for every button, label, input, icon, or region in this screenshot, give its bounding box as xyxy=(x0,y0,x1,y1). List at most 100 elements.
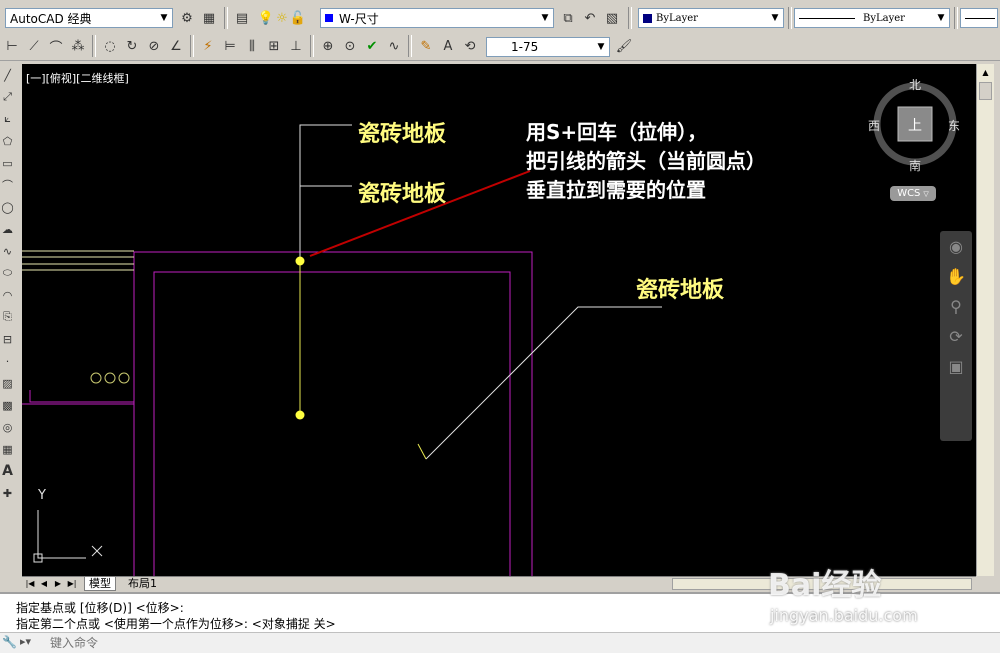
dimension-text-edit-icon[interactable]: A xyxy=(438,36,458,56)
chevron-down-icon[interactable]: ▼ xyxy=(537,9,553,27)
prev-tab-icon[interactable]: ◀ xyxy=(38,577,50,590)
viewcube-top[interactable]: 上 xyxy=(908,115,922,135)
table-icon[interactable]: ▦ xyxy=(0,438,15,460)
layer-states-icon[interactable]: ▧ xyxy=(602,8,622,28)
scroll-thumb[interactable] xyxy=(979,82,992,100)
continue-dimension-icon[interactable]: ⫼ xyxy=(242,36,262,56)
radius-dimension-icon[interactable]: ◌ xyxy=(100,36,120,56)
point-icon[interactable]: · xyxy=(0,350,15,372)
viewcube-east[interactable]: 东 xyxy=(948,117,960,134)
workspace-settings-icon[interactable]: ⚙ xyxy=(177,8,197,28)
viewcube-south[interactable]: 南 xyxy=(909,157,921,174)
wcs-menu[interactable]: WCS ▽ xyxy=(890,186,936,201)
color-select[interactable]: ByLayer ▼ xyxy=(638,8,784,28)
scroll-up-icon[interactable]: ▲ xyxy=(977,64,994,80)
circle-icon[interactable]: ◯ xyxy=(0,196,15,218)
dimension-break-icon[interactable]: ⊥ xyxy=(286,36,306,56)
inspection-icon[interactable]: ✔ xyxy=(362,36,382,56)
dimension-edit-icon[interactable]: ✎ xyxy=(416,36,436,56)
zoom-icon[interactable]: ⚲ xyxy=(940,291,972,321)
chevron-down-icon[interactable]: ▼ xyxy=(933,9,949,27)
window-lines xyxy=(22,250,134,271)
drawing-geometry xyxy=(22,80,957,576)
construction-line-icon[interactable]: ⤢ xyxy=(0,86,15,108)
arc-length-icon[interactable]: ⌒ xyxy=(46,36,66,56)
linetype-select[interactable]: ByLayer ▼ xyxy=(794,8,950,28)
rectangle-icon[interactable]: ▭ xyxy=(0,152,15,174)
layer-previous-icon[interactable]: ↶ xyxy=(580,8,600,28)
polygon-icon[interactable]: ⬠ xyxy=(0,130,15,152)
layer-select[interactable]: W-尺寸 ▼ xyxy=(320,8,554,28)
chevron-down-icon[interactable]: ▼ xyxy=(767,9,783,27)
instruction-line: 把引线的箭头（当前圆点） xyxy=(526,149,766,173)
orbit-icon[interactable]: ⟳ xyxy=(940,321,972,351)
vertical-scrollbar[interactable]: ▲ xyxy=(976,64,994,576)
aligned-dimension-icon[interactable]: ⟋ xyxy=(24,36,44,56)
linear-dimension-icon[interactable]: ⊢ xyxy=(2,36,22,56)
chevron-down-icon[interactable]: ▼ xyxy=(156,9,172,27)
multiline-text-icon[interactable]: A xyxy=(0,460,15,482)
region-icon[interactable]: ◎ xyxy=(0,416,15,438)
wall-lines xyxy=(22,251,533,576)
layer-lock-icon[interactable]: 🔓 xyxy=(288,8,308,28)
instruction-line: 用S+回车（拉伸）， xyxy=(526,120,708,144)
toolbar-separator xyxy=(628,7,632,29)
toolbar-separator xyxy=(788,7,792,29)
command-history-icon[interactable]: ▸▾ xyxy=(20,635,31,648)
grip-point[interactable] xyxy=(295,410,305,420)
next-tab-icon[interactable]: ▶ xyxy=(52,577,64,590)
command-input[interactable] xyxy=(48,634,352,652)
dimension-update-icon[interactable]: ⟲ xyxy=(460,36,480,56)
viewcube-north[interactable]: 北 xyxy=(909,76,921,93)
dimension-space-icon[interactable]: ⊞ xyxy=(264,36,284,56)
color-value: ByLayer xyxy=(656,12,698,24)
ellipse-arc-icon[interactable]: ◠ xyxy=(0,284,15,306)
lineweight-select[interactable] xyxy=(960,8,998,28)
showmotion-icon[interactable]: ▣ xyxy=(940,351,972,381)
dimension-style-icon[interactable]: 🖌 xyxy=(614,36,634,56)
layer-manager-icon[interactable]: ▤ xyxy=(232,8,252,28)
grip-point[interactable] xyxy=(295,256,305,266)
wrench-icon[interactable]: 🔧 xyxy=(2,635,17,649)
polyline-icon[interactable]: ⟀ xyxy=(0,108,15,130)
chevron-down-icon[interactable]: ▼ xyxy=(593,38,609,56)
quick-dimension-icon[interactable]: ⚡ xyxy=(198,36,218,56)
ellipse-icon[interactable]: ⬭ xyxy=(0,262,15,284)
color-swatch xyxy=(643,13,652,23)
make-layer-current-icon[interactable]: ⧉ xyxy=(558,8,578,28)
gradient-icon[interactable]: ▩ xyxy=(0,394,15,416)
add-selected-icon[interactable]: ✚ xyxy=(0,482,15,504)
viewcube-west[interactable]: 西 xyxy=(868,117,880,134)
diameter-dimension-icon[interactable]: ⊘ xyxy=(144,36,164,56)
steering-wheel-icon[interactable]: ◉ xyxy=(940,231,972,261)
last-tab-icon[interactable]: ▶| xyxy=(66,577,78,590)
drawing-canvas[interactable]: [一][俯视][二维线框] 瓷砖地板 瓷砖地板 瓷砖地板 用S+回车（拉伸）， … xyxy=(22,64,976,576)
tab-model[interactable]: 模型 xyxy=(84,577,116,591)
ucs-y-label: Y xyxy=(38,488,46,503)
jogged-dimension-icon[interactable]: ↻ xyxy=(122,36,142,56)
revision-cloud-icon[interactable]: ☁ xyxy=(0,218,15,240)
hatch-icon[interactable]: ▨ xyxy=(0,372,15,394)
line-icon[interactable]: ╱ xyxy=(0,64,15,86)
first-tab-icon[interactable]: |◀ xyxy=(24,577,36,590)
make-block-icon[interactable]: ⊟ xyxy=(0,328,15,350)
watermark-brand: Bai经验 xyxy=(768,568,882,603)
toolbar-separator xyxy=(408,35,412,57)
spline-icon[interactable]: ∿ xyxy=(0,240,15,262)
center-mark-icon[interactable]: ⊙ xyxy=(340,36,360,56)
command-history-line: 指定第二个点或 <使用第一个点作为位移>: <对象捕捉 关> xyxy=(16,617,336,631)
insert-block-icon[interactable]: ⎘ xyxy=(0,306,15,328)
workspace-select[interactable]: AutoCAD 经典 ▼ xyxy=(5,8,173,28)
baseline-dimension-icon[interactable]: ⊨ xyxy=(220,36,240,56)
dimension-style-select[interactable]: 1-75 ▼ xyxy=(486,37,610,57)
stretched-leader xyxy=(299,260,427,460)
customize-icon[interactable]: ▦ xyxy=(199,8,219,28)
tolerance-icon[interactable]: ⊕ xyxy=(318,36,338,56)
jogged-linear-icon[interactable]: ∿ xyxy=(384,36,404,56)
ordinate-dimension-icon[interactable]: ⁂ xyxy=(68,36,88,56)
arc-icon[interactable]: ⌒ xyxy=(0,174,15,196)
tab-layout1[interactable]: 布局1 xyxy=(124,577,161,590)
pan-icon[interactable]: ✋ xyxy=(940,261,972,291)
wcs-label: WCS xyxy=(897,188,921,199)
angular-dimension-icon[interactable]: ∠ xyxy=(166,36,186,56)
